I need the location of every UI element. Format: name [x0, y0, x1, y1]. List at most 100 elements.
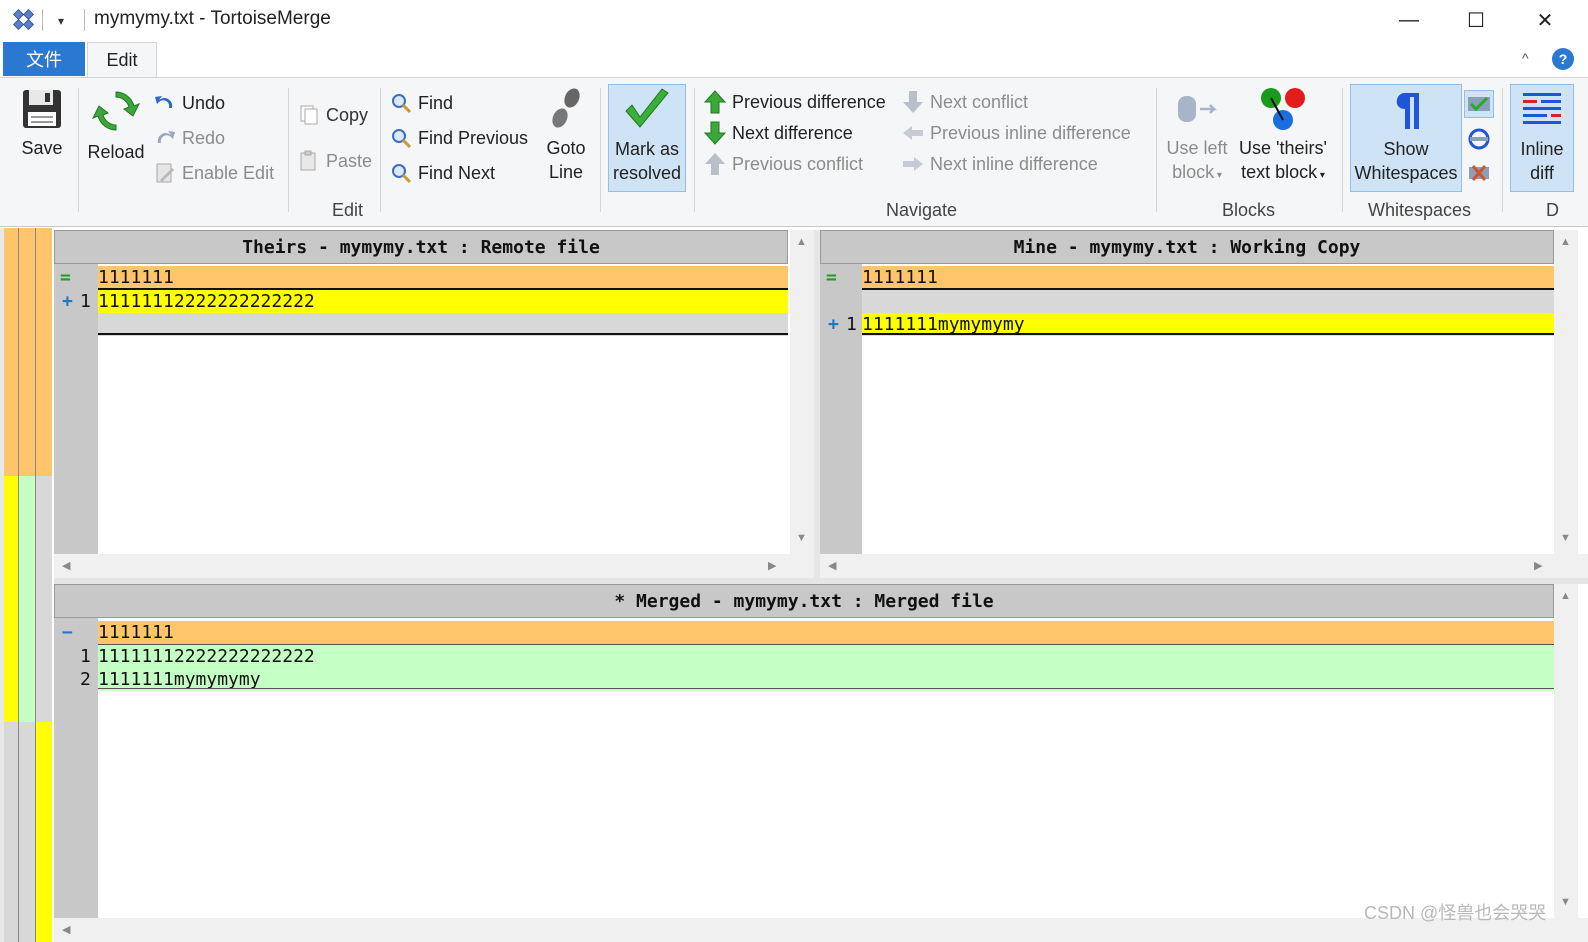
minimize-button[interactable]: — [1376, 0, 1442, 40]
merged-gutter [54, 618, 98, 918]
show-whitespaces-button[interactable]: Show Whitespaces [1350, 84, 1462, 192]
line-number: 1 [80, 291, 91, 312]
line-number: 1 [846, 314, 857, 335]
merged-vertical-scrollbar[interactable]: ▲ ▼ [1554, 584, 1578, 918]
help-button[interactable]: ? [1552, 48, 1574, 70]
theirs-line: 1111111 [98, 266, 788, 289]
previous-conflict-label: Previous conflict [732, 153, 864, 174]
blocks-group-label: Blocks [1222, 200, 1276, 220]
redo-icon [157, 131, 175, 143]
merged-horizontal-scrollbar[interactable]: ◀ [54, 918, 1588, 942]
use-theirs-block-icon [1261, 88, 1305, 130]
location-bar-theirs[interactable] [4, 228, 18, 942]
theirs-horizontal-scrollbar[interactable]: ◀ ▶ [54, 554, 814, 578]
next-conflict-label: Next conflict [930, 91, 1029, 112]
line-number: 1 [80, 646, 91, 667]
mark-as-resolved-button[interactable]: Mark as resolved [608, 84, 686, 192]
use-left-label-1: Use left [1166, 138, 1228, 158]
next-inline-difference-button[interactable]: Next inline difference [902, 152, 1098, 176]
location-bar-mine[interactable] [36, 228, 52, 942]
use-theirs-label-1: Use 'theirs' [1239, 138, 1327, 158]
redo-button[interactable]: Redo [154, 127, 225, 149]
arrow-left-gray-icon [903, 126, 923, 140]
location-bar-merged[interactable] [19, 228, 35, 942]
merged-pane[interactable]: * Merged - mymymy.txt : Merged file 1111… [54, 584, 1588, 942]
location-bar-divider [18, 228, 19, 942]
copy-button[interactable]: Copy [298, 104, 368, 126]
merged-line: 11111112222222222222 [98, 645, 1554, 668]
separator [288, 88, 289, 212]
save-button[interactable]: Save [12, 86, 72, 160]
paste-icon [300, 150, 316, 171]
inline-diff-label-2: diff [1530, 163, 1554, 183]
previous-inline-difference-button[interactable]: Previous inline difference [902, 121, 1131, 145]
reload-icon [91, 91, 141, 131]
quick-access-separator [84, 9, 85, 31]
use-left-label-2: block [1172, 162, 1215, 182]
mine-pane-header: Mine - mymymy.txt : Working Copy [820, 230, 1554, 264]
goto-line-label-1: Goto [546, 138, 586, 158]
enable-edit-button[interactable]: Enable Edit [154, 162, 274, 184]
merged-line: 1111111 [98, 621, 1554, 644]
reload-label: Reload [87, 142, 145, 162]
find-next-button[interactable]: Find Next [390, 162, 495, 184]
enable-edit-label: Enable Edit [182, 162, 275, 183]
show-ws-label-2: Whitespaces [1354, 163, 1458, 183]
goto-line-label-2: Line [548, 162, 584, 182]
previous-conflict-button[interactable]: Previous conflict [704, 152, 863, 176]
next-inline-difference-label: Next inline difference [930, 153, 1098, 174]
tab-file[interactable]: 文件 [3, 42, 85, 76]
theirs-pane[interactable]: Theirs - mymymy.txt : Remote file 111111… [54, 230, 814, 578]
use-left-block-button[interactable]: Use left block ▾ [1162, 86, 1232, 188]
arrow-down-green-icon [704, 121, 726, 145]
use-theirs-label-2: text block [1241, 162, 1318, 182]
magnifier-next-icon [392, 164, 412, 184]
undo-button[interactable]: Undo [154, 92, 225, 114]
tortoise-app-icon[interactable] [12, 8, 36, 32]
magnifier-icon [392, 94, 412, 114]
find-previous-button[interactable]: Find Previous [390, 127, 528, 149]
mine-pane[interactable]: Mine - mymymy.txt : Working Copy 1111111… [820, 230, 1588, 578]
mine-vertical-scrollbar[interactable]: ▲ ▼ [1554, 230, 1578, 554]
show-ws-label-1: Show [1383, 139, 1429, 159]
undo-label: Undo [182, 92, 226, 113]
paste-button[interactable]: Paste [298, 150, 372, 172]
ignore-all-whitespace-button[interactable] [1466, 160, 1494, 186]
arrow-up-green-icon [704, 90, 726, 114]
close-button[interactable]: ✕ [1512, 0, 1578, 40]
watermark-text: CSDN @怪兽也会哭哭 [1364, 903, 1547, 923]
separator [78, 88, 79, 212]
previous-difference-label: Previous difference [732, 91, 886, 112]
maximize-button[interactable]: ☐ [1443, 0, 1509, 40]
find-next-label: Find Next [418, 162, 496, 183]
ribbon-panel: Save Reload Undo Redo Enable Edit Copy P… [0, 77, 1588, 227]
theirs-vertical-scrollbar[interactable]: ▲ ▼ [790, 230, 814, 554]
next-conflict-button[interactable]: Next conflict [902, 90, 1028, 114]
copy-icon [300, 105, 318, 125]
inline-diff-button[interactable]: Inline diff [1510, 84, 1574, 192]
use-theirs-text-block-button[interactable]: Use 'theirs' text block ▾ [1234, 86, 1332, 188]
floppy-disk-icon [23, 90, 61, 128]
tab-edit[interactable]: Edit [87, 42, 157, 78]
find-button[interactable]: Find [390, 92, 453, 114]
quick-access-separator [42, 9, 43, 31]
next-difference-label: Next difference [732, 122, 853, 143]
mine-horizontal-scrollbar[interactable]: ◀ ▶ [820, 554, 1588, 578]
previous-difference-button[interactable]: Previous difference [704, 90, 886, 114]
navigate-group-label: Navigate [886, 200, 958, 220]
quick-access-dropdown-icon[interactable]: ▾ [58, 14, 64, 28]
merged-pane-header: * Merged - mymymy.txt : Merged file [54, 584, 1554, 618]
goto-line-button[interactable]: Goto Line [540, 86, 592, 184]
arrow-down-gray-icon [903, 91, 923, 113]
reload-button[interactable]: Reload [84, 86, 148, 164]
equal-marker-icon: = [826, 267, 837, 288]
paste-label: Paste [326, 150, 373, 171]
find-label: Find [418, 92, 454, 113]
ignore-whitespace-button[interactable] [1464, 90, 1494, 118]
ignore-eol-button[interactable] [1466, 126, 1494, 152]
title-bar: ▾ mymymy.txt - TortoiseMerge — ☐ ✕ [0, 0, 1588, 40]
theirs-line: 11111112222222222222 [98, 290, 788, 313]
undo-icon [155, 96, 173, 108]
next-difference-button[interactable]: Next difference [704, 121, 853, 145]
ribbon-collapse-icon[interactable]: ^ [1522, 50, 1529, 66]
